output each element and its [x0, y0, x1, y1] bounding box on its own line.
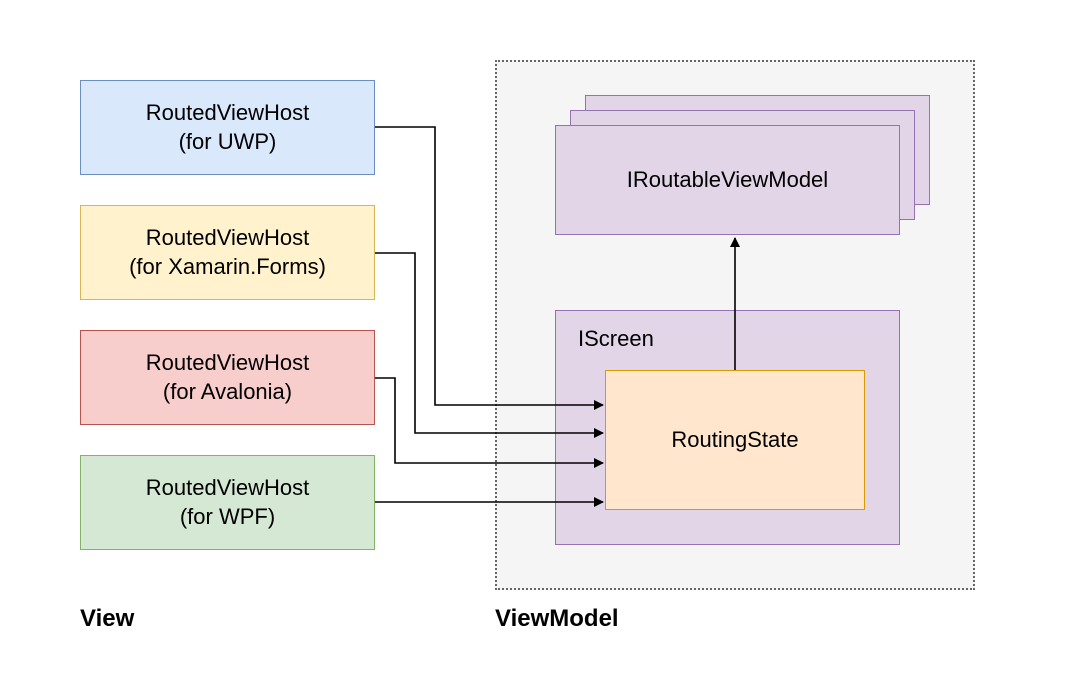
routable-viewmodel-label: IRoutableViewModel	[627, 166, 828, 195]
routable-viewmodel-box: IRoutableViewModel	[555, 125, 900, 235]
host-box-xamarin: RoutedViewHost (for Xamarin.Forms)	[80, 205, 375, 300]
host-line1: RoutedViewHost	[146, 350, 309, 375]
host-line2: (for Xamarin.Forms)	[129, 254, 326, 279]
diagram-stage: { "view": { "label": "View", "hosts": [ …	[0, 0, 1067, 693]
host-line2: (for Avalonia)	[163, 379, 292, 404]
host-box-wpf: RoutedViewHost (for WPF)	[80, 455, 375, 550]
routingstate-label: RoutingState	[671, 426, 798, 455]
view-section-label: View	[80, 605, 134, 633]
viewmodel-section-label: ViewModel	[495, 605, 619, 633]
host-line1: RoutedViewHost	[146, 225, 309, 250]
host-box-uwp: RoutedViewHost (for UWP)	[80, 80, 375, 175]
host-line2: (for WPF)	[180, 504, 275, 529]
host-line2: (for UWP)	[179, 129, 277, 154]
host-box-avalonia: RoutedViewHost (for Avalonia)	[80, 330, 375, 425]
routingstate-box: RoutingState	[605, 370, 865, 510]
host-line1: RoutedViewHost	[146, 100, 309, 125]
iscreen-label: IScreen	[578, 325, 654, 354]
host-line1: RoutedViewHost	[146, 475, 309, 500]
